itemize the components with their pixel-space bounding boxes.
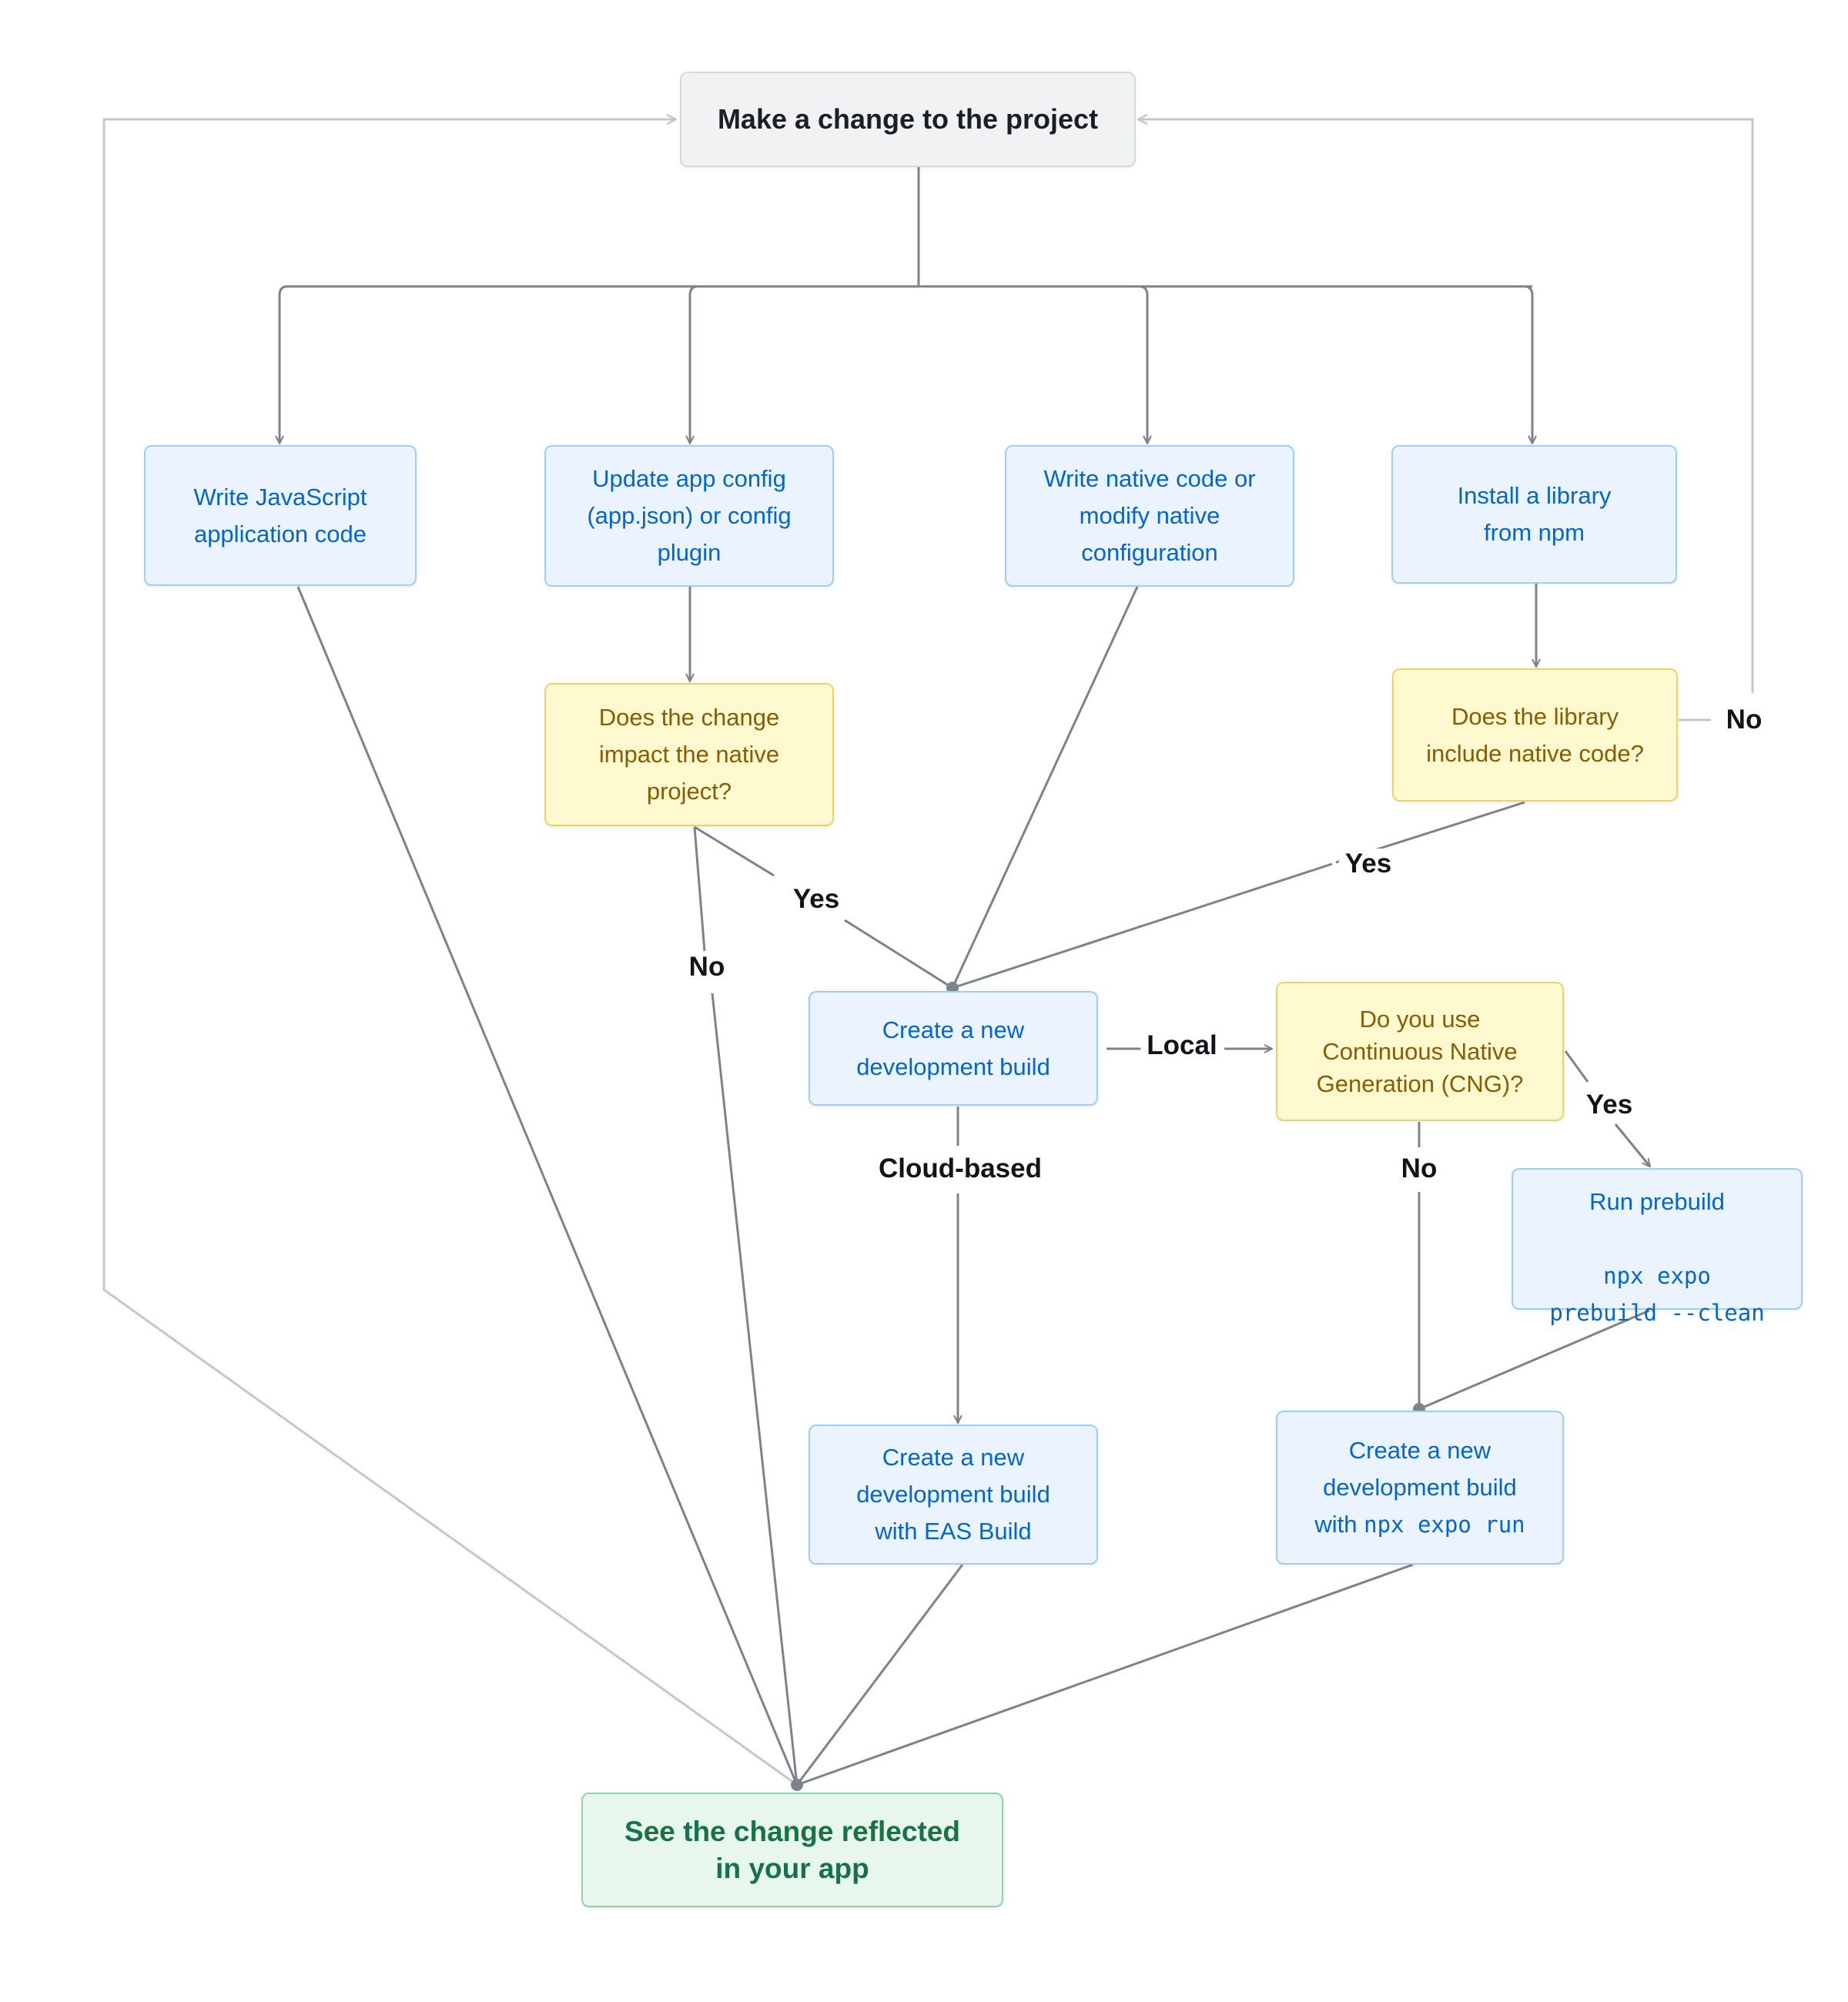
node-create-dev-build-label: Create a new development build bbox=[856, 1016, 1050, 1080]
edge-lib-no-loop-start bbox=[1138, 119, 1754, 693]
edge-label-cng-yes: Yes bbox=[1579, 1090, 1639, 1120]
node-see-change-reflected-label: See the change reflected in your app bbox=[624, 1815, 960, 1884]
node-run-prebuild-label: Run prebuild bbox=[1589, 1188, 1725, 1215]
node-local-run-build[interactable]: Create a new development build with npx … bbox=[1276, 1411, 1564, 1565]
edge-label-lib-no: No bbox=[1719, 705, 1769, 735]
edge-label-build-cloud: Cloud-based bbox=[872, 1153, 1048, 1184]
node-decision-impact-native[interactable]: Does the change impact the native projec… bbox=[544, 683, 834, 826]
edge-label-cng-no: No bbox=[1394, 1153, 1444, 1184]
node-decision-library-native-label: Does the library include native code? bbox=[1426, 702, 1644, 767]
edge-start-write-js bbox=[280, 285, 288, 444]
edge-label-build-local: Local bbox=[1140, 1030, 1224, 1061]
edge-localrun-end bbox=[796, 1563, 1414, 1786]
edge-label-lib-yes: Yes bbox=[1338, 849, 1398, 879]
node-run-prebuild-wrap: Run prebuild npx expo prebuild --clean bbox=[1549, 1147, 1764, 1331]
node-update-app-config[interactable]: Update app config (app.json) or config p… bbox=[544, 445, 834, 587]
edge-start-update-config bbox=[690, 285, 698, 444]
node-decision-use-cng[interactable]: Do you use Continuous Native Generation … bbox=[1276, 982, 1564, 1121]
edge-label-impact-yes: Yes bbox=[786, 884, 846, 915]
node-see-change-reflected[interactable]: See the change reflected in your app bbox=[581, 1793, 1003, 1907]
edge-start-install-lib bbox=[1524, 285, 1532, 444]
node-decision-use-cng-label: Do you use Continuous Native Generation … bbox=[1316, 1005, 1524, 1097]
edge-start-write-native bbox=[1139, 285, 1147, 444]
node-decision-library-native[interactable]: Does the library include native code? bbox=[1392, 668, 1678, 802]
node-write-native-code-label: Write native code or modify native confi… bbox=[1043, 465, 1256, 566]
node-install-library[interactable]: Install a library from npm bbox=[1391, 445, 1677, 584]
node-write-javascript[interactable]: Write JavaScript application code bbox=[144, 445, 417, 586]
node-run-prebuild-command: npx expo prebuild --clean bbox=[1549, 1263, 1765, 1326]
edge-write-native-devbuild bbox=[951, 586, 1139, 989]
node-make-change[interactable]: Make a change to the project bbox=[680, 72, 1136, 167]
node-install-library-label: Install a library from npm bbox=[1457, 482, 1612, 546]
junction-dot-end bbox=[791, 1779, 803, 1791]
edge-eas-end bbox=[795, 1564, 964, 1786]
node-update-app-config-label: Update app config (app.json) or config p… bbox=[587, 465, 792, 566]
edge-label-impact-no: No bbox=[682, 952, 732, 983]
node-eas-build[interactable]: Create a new development build with EAS … bbox=[808, 1424, 1098, 1565]
node-create-dev-build[interactable]: Create a new development build bbox=[808, 991, 1098, 1106]
edge-cng-yes bbox=[1564, 1050, 1589, 1083]
node-make-change-label: Make a change to the project bbox=[717, 103, 1099, 135]
node-write-native-code[interactable]: Write native code or modify native confi… bbox=[1005, 445, 1294, 587]
node-eas-build-label: Create a new development build with EAS … bbox=[856, 1444, 1050, 1545]
node-run-prebuild[interactable]: Run prebuild npx expo prebuild --clean bbox=[1512, 1168, 1803, 1326]
node-decision-impact-native-label: Does the change impact the native projec… bbox=[598, 704, 780, 805]
edge-lib-yes-devbuild bbox=[952, 801, 1525, 989]
node-write-javascript-label: Write JavaScript application code bbox=[193, 483, 367, 547]
node-local-run-build-wrap: Create a new development build with npx … bbox=[1314, 1432, 1525, 1543]
node-local-run-build-command: npx expo run bbox=[1364, 1512, 1525, 1538]
